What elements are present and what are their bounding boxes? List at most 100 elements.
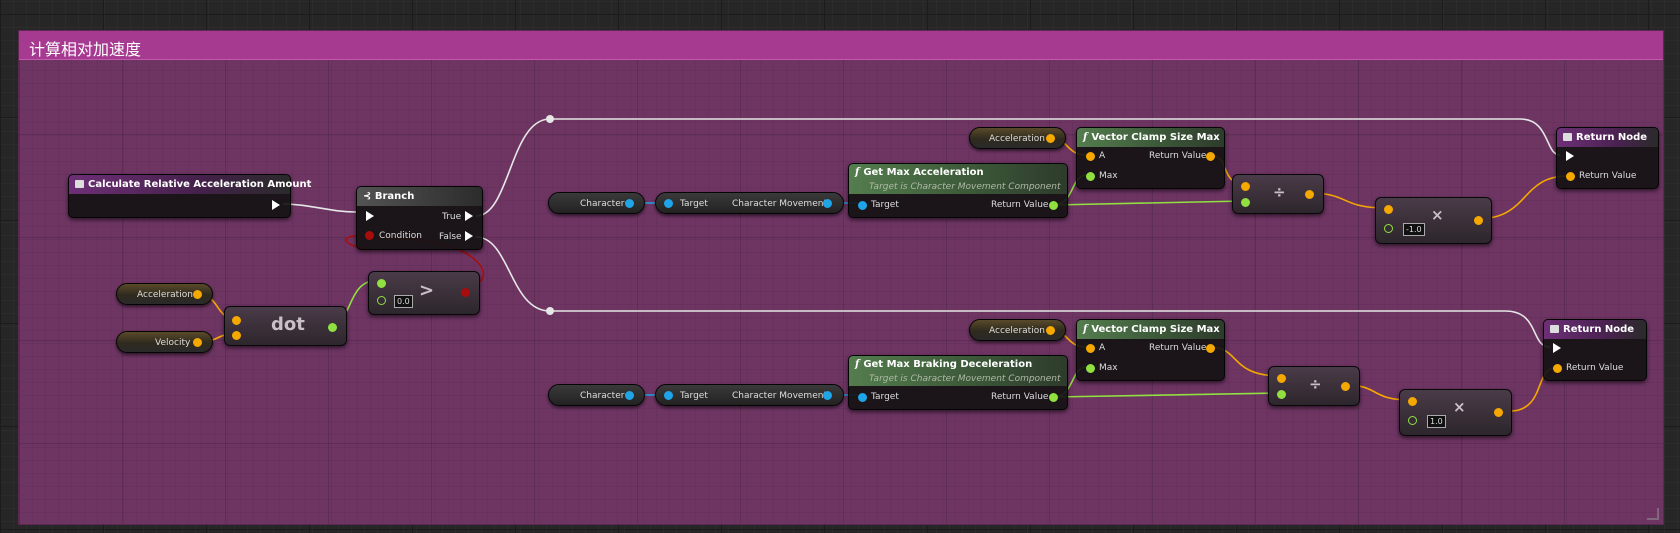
clamp-a-pin-top[interactable]	[1086, 152, 1095, 161]
acceleration-label-bottom: Acceleration	[989, 326, 1045, 336]
character-out-pin-top[interactable]	[625, 199, 634, 208]
get-max-acceleration-header[interactable]: f Get Max Acceleration Target is Characte…	[849, 164, 1067, 194]
return-icon	[1550, 325, 1559, 333]
return-exec-in-pin-bottom[interactable]	[1553, 343, 1561, 353]
get-max-braking-deceleration-node[interactable]: f Get Max Braking Deceleration Target is …	[848, 355, 1068, 410]
vector-clamp-title-top: Vector Clamp Size Max	[1091, 132, 1220, 143]
function-icon: f	[855, 167, 860, 178]
vector-clamp-node-top[interactable]: f Vector Clamp Size Max A Return Value Ma…	[1076, 127, 1225, 189]
clamp-a-pin-bottom[interactable]	[1086, 344, 1095, 353]
cm-out-pin-bottom[interactable]	[823, 391, 832, 400]
clamp-max-pin-top[interactable]	[1086, 172, 1095, 181]
acceleration-out-pin-bottom[interactable]	[1046, 326, 1055, 335]
divide-op-top: ÷	[1273, 183, 1286, 201]
dot-input-b-pin[interactable]	[232, 331, 241, 340]
branch-exec-in-pin[interactable]	[366, 211, 374, 221]
cm-out-pin-top[interactable]	[823, 199, 832, 208]
function-icon: f	[1083, 324, 1088, 335]
dot-input-a-pin[interactable]	[232, 316, 241, 325]
gma-return-pin[interactable]	[1049, 201, 1058, 210]
get-max-acceleration-node[interactable]: f Get Max Acceleration Target is Characte…	[848, 163, 1068, 218]
event-node-header[interactable]: Calculate Relative Acceleration Amount	[69, 175, 311, 194]
clamp-a-label-bottom: A	[1099, 343, 1106, 353]
divide-out-pin-bottom[interactable]	[1341, 382, 1350, 391]
velocity-out-pin[interactable]	[193, 338, 202, 347]
gma-target-label: Target	[871, 200, 899, 210]
character-movement-getter-top[interactable]: Target Character Movement	[655, 192, 844, 214]
cm-target-label-bottom: Target	[680, 391, 708, 401]
divide-b-pin-top[interactable]	[1241, 198, 1250, 207]
cm-target-pin-top[interactable]	[664, 199, 673, 208]
multiply-node-bottom[interactable]: 1.0 ×	[1399, 389, 1512, 436]
clamp-max-pin-bottom[interactable]	[1086, 364, 1095, 373]
divide-b-pin-bottom[interactable]	[1277, 390, 1286, 399]
divide-a-pin-bottom[interactable]	[1277, 374, 1286, 383]
compare-output-pin[interactable]	[461, 288, 470, 297]
multiply-value-input-bottom[interactable]: 1.0	[1427, 415, 1446, 428]
multiply-a-pin-bottom[interactable]	[1408, 397, 1417, 406]
vector-clamp-header-bottom[interactable]: f Vector Clamp Size Max	[1077, 320, 1224, 339]
acceleration-getter-top[interactable]: Acceleration	[969, 127, 1066, 149]
return-node-bottom[interactable]: Return Node Return Value	[1543, 319, 1647, 381]
get-max-braking-header[interactable]: f Get Max Braking Deceleration Target is …	[849, 356, 1067, 386]
multiply-b-pin-top[interactable]	[1384, 224, 1393, 233]
compare-input-a-pin[interactable]	[377, 279, 386, 288]
return-node-header-top[interactable]: Return Node	[1557, 128, 1658, 147]
event-node-calculate-relative-acceleration[interactable]: Calculate Relative Acceleration Amount	[68, 174, 311, 218]
multiply-out-pin-bottom[interactable]	[1494, 408, 1503, 417]
character-movement-getter-bottom[interactable]: Target Character Movement	[655, 384, 844, 406]
multiply-b-pin-bottom[interactable]	[1408, 416, 1417, 425]
divide-a-pin-top[interactable]	[1241, 182, 1250, 191]
return-node-header-bottom[interactable]: Return Node	[1544, 320, 1646, 339]
branch-true-pin[interactable]	[465, 211, 473, 221]
exec-out-pin[interactable]	[272, 200, 280, 210]
gmb-target-label: Target	[871, 392, 899, 402]
acceleration-getter-left[interactable]: Acceleration	[116, 283, 213, 305]
return-node-top[interactable]: Return Node Return Value	[1556, 127, 1659, 189]
gma-target-pin[interactable]	[858, 201, 867, 210]
compare-value-input[interactable]: 0.0	[394, 295, 413, 308]
acceleration-out-pin[interactable]	[193, 290, 202, 299]
branch-node[interactable]: ⊰ Branch True Condition False	[356, 186, 483, 250]
vector-clamp-node-bottom[interactable]: f Vector Clamp Size Max A Return Value Ma…	[1076, 319, 1225, 381]
cm-target-pin-bottom[interactable]	[664, 391, 673, 400]
return-value-pin-bottom[interactable]	[1553, 364, 1562, 373]
character-out-pin-bottom[interactable]	[625, 391, 634, 400]
clamp-return-pin-top[interactable]	[1206, 152, 1215, 161]
velocity-getter[interactable]: Velocity	[116, 331, 213, 353]
gmb-return-pin[interactable]	[1049, 393, 1058, 402]
dot-output-pin[interactable]	[328, 323, 337, 332]
branch-condition-pin[interactable]	[365, 231, 374, 240]
return-node-title-top: Return Node	[1576, 132, 1648, 143]
compare-input-b-pin[interactable]	[377, 296, 386, 305]
reroute-node-bottom	[546, 307, 554, 315]
get-max-braking-title: Get Max Braking Deceleration	[863, 359, 1033, 370]
divide-out-pin-top[interactable]	[1305, 190, 1314, 199]
branch-node-header[interactable]: ⊰ Branch	[357, 187, 482, 206]
greater-than-node[interactable]: 0.0 >	[368, 271, 480, 315]
clamp-return-label-bottom: Return Value	[1149, 343, 1207, 353]
multiply-out-pin-top[interactable]	[1474, 216, 1483, 225]
multiply-node-top[interactable]: -1.0 ×	[1375, 197, 1492, 244]
return-value-pin-top[interactable]	[1566, 172, 1575, 181]
multiply-a-pin-top[interactable]	[1384, 205, 1393, 214]
gmb-target-pin[interactable]	[858, 393, 867, 402]
divide-node-bottom[interactable]: ÷	[1268, 366, 1360, 406]
multiply-value-input-top[interactable]: -1.0	[1403, 223, 1425, 236]
return-exec-in-pin-top[interactable]	[1566, 151, 1574, 161]
float-wire-bottom-div	[1052, 392, 1281, 398]
divide-node-top[interactable]: ÷	[1232, 174, 1324, 214]
branch-false-pin[interactable]	[465, 231, 473, 241]
function-icon: f	[855, 359, 860, 370]
clamp-return-pin-bottom[interactable]	[1206, 344, 1215, 353]
acceleration-label-top: Acceleration	[989, 134, 1045, 144]
clamp-return-label-top: Return Value	[1149, 151, 1207, 161]
acceleration-getter-bottom[interactable]: Acceleration	[969, 319, 1066, 341]
dot-product-node[interactable]: dot	[224, 306, 347, 346]
acceleration-out-pin-top[interactable]	[1046, 134, 1055, 143]
character-getter-bottom[interactable]: Character	[548, 384, 645, 406]
branch-false-label: False	[439, 232, 462, 242]
character-getter-top[interactable]: Character	[548, 192, 645, 214]
branch-node-title: Branch	[374, 191, 415, 202]
vector-clamp-header-top[interactable]: f Vector Clamp Size Max	[1077, 128, 1224, 147]
